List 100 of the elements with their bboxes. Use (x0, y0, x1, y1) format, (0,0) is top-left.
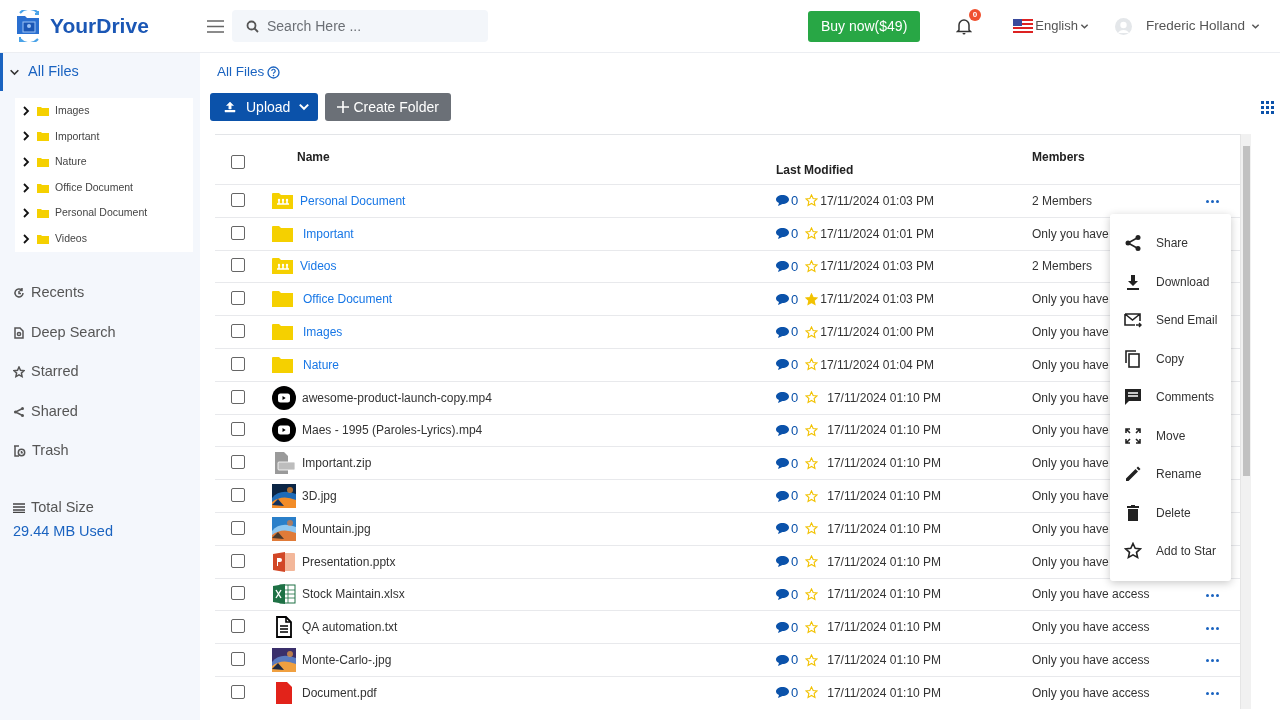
menu-item[interactable]: Comments (1110, 378, 1231, 417)
folder-link[interactable]: Personal Document (300, 191, 406, 210)
menu-item[interactable]: Add to Star (1110, 532, 1231, 571)
folder-tree-item[interactable]: Personal Document (21, 200, 193, 226)
comment-icon[interactable] (776, 687, 789, 699)
modified-date: 17/11/2024 01:04 PM (820, 356, 935, 374)
column-header[interactable]: Last Modified (776, 162, 854, 177)
folder-icon (37, 105, 49, 116)
comment-icon[interactable] (776, 424, 789, 436)
folder-link[interactable]: Images (303, 323, 343, 342)
upload-button[interactable]: Upload (210, 93, 319, 121)
comment-icon[interactable] (776, 195, 789, 207)
language-selector[interactable]: English (1035, 16, 1078, 36)
comment-icon[interactable] (776, 293, 789, 305)
folder-link[interactable]: Important (303, 224, 354, 243)
row-checkbox[interactable] (231, 684, 245, 699)
comment-icon[interactable] (776, 621, 789, 633)
trash-icon (1124, 503, 1142, 522)
menu-item[interactable]: Copy (1110, 339, 1231, 378)
comment-count: 0 (791, 421, 799, 440)
menu-item[interactable]: Move (1110, 416, 1231, 455)
comment-icon[interactable] (776, 654, 789, 666)
comment-icon[interactable] (776, 261, 789, 272)
star-icon[interactable] (805, 653, 819, 667)
star-icon[interactable] (805, 358, 819, 372)
comment-icon[interactable] (776, 392, 789, 404)
star-icon[interactable] (805, 555, 819, 569)
select-all-checkbox[interactable] (231, 155, 245, 169)
user-name[interactable]: Frederic Holland (1145, 15, 1245, 37)
row-checkbox[interactable] (231, 652, 245, 667)
star-icon[interactable] (805, 194, 819, 208)
members-text: Only you have (1032, 521, 1109, 536)
star-icon[interactable] (805, 620, 819, 634)
bell-icon[interactable] (956, 18, 973, 36)
comment-icon[interactable] (776, 457, 789, 469)
nav-item[interactable]: Deep Search (0, 313, 200, 353)
row-checkbox[interactable] (231, 389, 245, 404)
grid-view-icon[interactable] (1261, 101, 1274, 115)
logo[interactable]: YourDrive (50, 10, 149, 42)
menu-item[interactable]: Send Email (1110, 301, 1231, 340)
row-checkbox[interactable] (231, 192, 245, 207)
star-icon[interactable] (805, 391, 819, 405)
row-checkbox[interactable] (231, 291, 245, 306)
comment-icon[interactable] (776, 588, 789, 600)
star-icon[interactable] (805, 587, 819, 601)
menu-item[interactable]: Download (1110, 262, 1231, 301)
folder-tree-item[interactable]: Office Document (21, 174, 193, 201)
comment-icon[interactable] (776, 228, 789, 240)
star-icon[interactable] (805, 260, 819, 273)
star-icon[interactable] (805, 325, 819, 339)
notification-count: 0 (968, 9, 982, 21)
menu-item[interactable]: Delete (1110, 493, 1231, 532)
all-files-item[interactable]: All Files (0, 53, 200, 91)
caret-icon[interactable] (298, 101, 311, 113)
folder-link[interactable]: Office Document (303, 290, 393, 309)
row-checkbox[interactable] (231, 258, 245, 273)
comment-icon[interactable] (776, 326, 789, 338)
comment-icon[interactable] (776, 490, 789, 502)
row-checkbox[interactable] (231, 225, 245, 240)
column-header[interactable]: Name (297, 149, 330, 164)
column-header[interactable]: Members (1032, 149, 1085, 164)
row-checkbox[interactable] (231, 619, 245, 634)
menu-icon[interactable] (207, 20, 224, 34)
comment-icon[interactable] (776, 359, 789, 371)
row-checkbox[interactable] (231, 422, 245, 437)
star-icon[interactable] (805, 292, 819, 306)
row-checkbox[interactable] (231, 520, 245, 535)
folder-tree-item[interactable]: Important (21, 123, 193, 150)
row-checkbox[interactable] (231, 324, 245, 339)
row-checkbox[interactable] (231, 455, 245, 470)
comment-icon[interactable] (776, 556, 789, 568)
search-field[interactable]: Search Here ... (232, 10, 488, 42)
row-checkbox[interactable] (231, 553, 245, 568)
star-icon[interactable] (805, 489, 819, 503)
star-icon[interactable] (805, 227, 819, 241)
comment-count: 0 (791, 257, 799, 276)
help-icon[interactable] (267, 66, 281, 79)
nav-item[interactable]: Shared (0, 392, 200, 432)
row-checkbox[interactable] (231, 356, 245, 371)
star-icon (1124, 542, 1142, 561)
folder-tree-item[interactable]: Nature (21, 149, 193, 175)
breadcrumb[interactable]: All Files (217, 62, 265, 83)
menu-item[interactable]: Share (1110, 224, 1231, 263)
row-checkbox[interactable] (231, 488, 245, 503)
star-icon[interactable] (805, 456, 819, 470)
nav-item[interactable]: Trash (0, 431, 200, 472)
scrollbar[interactable] (1240, 134, 1251, 709)
row-checkbox[interactable] (231, 586, 245, 601)
star-icon[interactable] (805, 686, 819, 700)
star-icon[interactable] (805, 522, 819, 536)
folder-link[interactable]: Nature (303, 355, 340, 374)
folder-tree-item[interactable]: Videos (21, 225, 193, 252)
nav-item[interactable]: Starred (0, 352, 200, 393)
nav-item[interactable]: Recents (0, 273, 200, 314)
folder-link[interactable]: Videos (300, 257, 337, 276)
comment-icon[interactable] (776, 523, 789, 535)
star-icon[interactable] (805, 423, 819, 437)
folder-tree-item[interactable]: Images (21, 98, 193, 124)
create-folder-button[interactable]: Create Folder (325, 93, 451, 121)
menu-item[interactable]: Rename (1110, 455, 1231, 494)
